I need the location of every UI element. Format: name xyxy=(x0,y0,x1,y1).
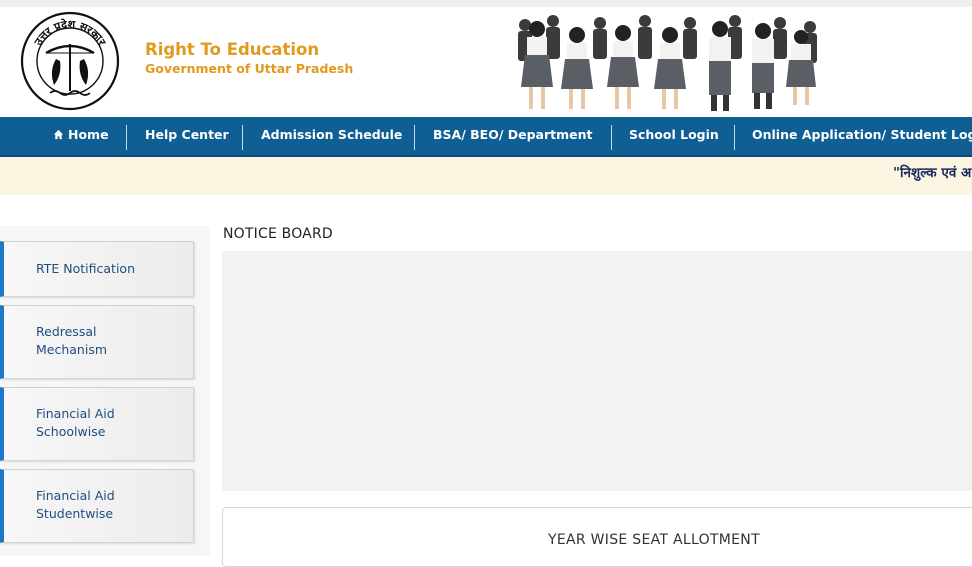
up-government-emblem[interactable]: उत्तर प्रदेश सरकार xyxy=(20,11,120,111)
announcement-ticker: "निशुल्क एवं अ xyxy=(0,157,972,195)
notice-board-title: NOTICE BOARD xyxy=(223,226,333,242)
top-strip xyxy=(0,0,972,7)
ticker-text[interactable]: "निशुल्क एवं अ xyxy=(893,163,971,181)
nav-bsa-beo-department[interactable]: BSA/ BEO/ Department xyxy=(433,117,593,155)
sidebar-item-label-line2: Mechanism xyxy=(36,342,108,357)
students-banner-image xyxy=(505,7,823,117)
sidebar-item-label-line2: Studentwise xyxy=(36,506,114,521)
nav-separator xyxy=(126,125,127,150)
nav-admission-schedule[interactable]: Admission Schedule xyxy=(261,117,402,155)
nav-separator xyxy=(611,125,612,150)
sidebar-item-financial-aid-studentwise[interactable]: Financial Aid Studentwise xyxy=(0,469,194,543)
nav-home[interactable]: Home xyxy=(53,117,109,155)
nav-help-center[interactable]: Help Center xyxy=(145,117,229,155)
site-header: उत्तर प्रदेश सरकार Right To Education Go… xyxy=(0,7,972,117)
sidebar-item-label: Financial Aid Studentwise xyxy=(36,487,176,523)
nav-home-label: Home xyxy=(68,127,109,142)
sidebar-item-label-line1: Financial Aid xyxy=(36,406,115,421)
site-subtitle: Government of Uttar Pradesh xyxy=(145,61,354,76)
seat-allotment-title: YEAR WISE SEAT ALLOTMENT xyxy=(548,532,760,548)
sidebar-item-label-line1: Redressal xyxy=(36,324,97,339)
sidebar-item-redressal-mechanism[interactable]: Redressal Mechanism xyxy=(0,305,194,379)
nav-separator xyxy=(242,125,243,150)
sidebar-item-financial-aid-schoolwise[interactable]: Financial Aid Schoolwise xyxy=(0,387,194,461)
nav-school-login[interactable]: School Login xyxy=(629,117,719,155)
nav-separator xyxy=(414,125,415,150)
sidebar-item-label: Financial Aid Schoolwise xyxy=(36,405,176,441)
home-icon xyxy=(53,129,64,140)
sidebar-item-label: Redressal Mechanism xyxy=(36,323,176,359)
main-navigation: Home Help Center Admission Schedule BSA/… xyxy=(0,117,972,157)
nav-online-application[interactable]: Online Application/ Student Logi xyxy=(752,117,972,155)
sidebar-item-label-line2: Schoolwise xyxy=(36,424,106,439)
notice-board-panel xyxy=(222,251,972,491)
sidebar-item-rte-notification[interactable]: RTE Notification xyxy=(0,241,194,297)
nav-separator xyxy=(734,125,735,150)
sidebar-item-label-line1: Financial Aid xyxy=(36,488,115,503)
site-title: Right To Education xyxy=(145,40,320,59)
sidebar-item-label: RTE Notification xyxy=(36,261,136,276)
